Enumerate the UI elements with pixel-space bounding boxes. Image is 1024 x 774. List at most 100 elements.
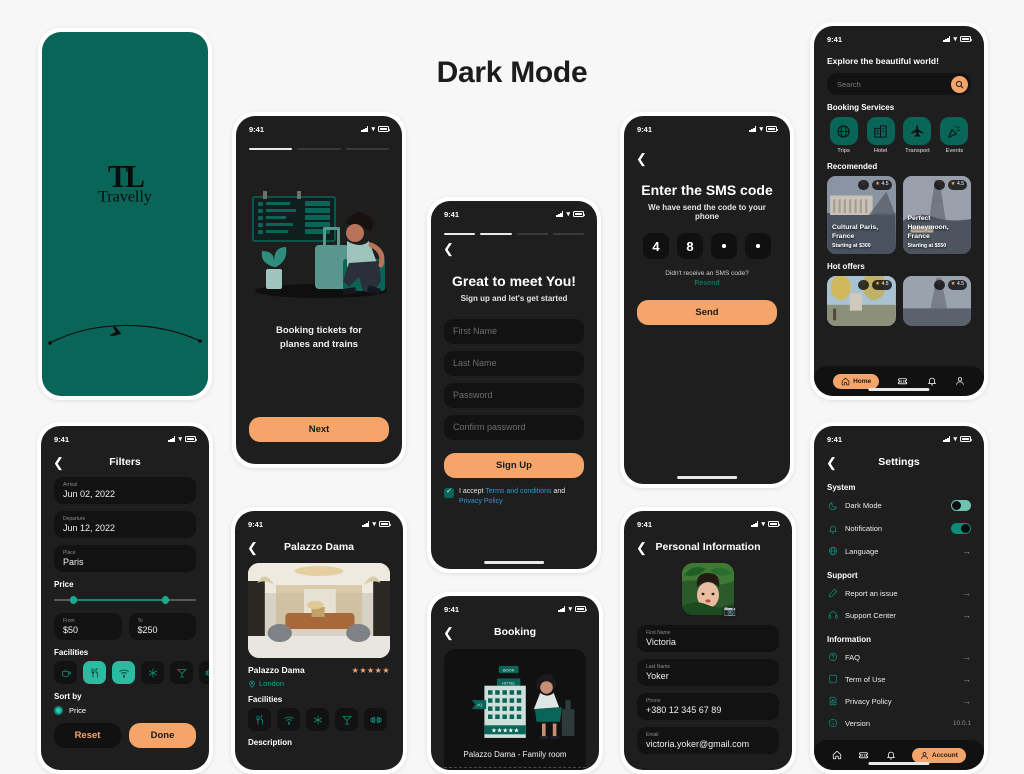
setting-term-of-use[interactable]: Term of Use →	[827, 668, 971, 690]
favorite-badge[interactable]: ♡	[858, 280, 870, 290]
departure-field[interactable]: Departure Jun 12, 2022	[54, 511, 196, 538]
setting-privacy-policy[interactable]: Privacy Policy →	[827, 690, 971, 712]
hot-offer-card-1[interactable]: ♡ ★ 4.5	[827, 276, 896, 326]
card-badges: ♡ ★ 4.5	[858, 280, 892, 290]
code-input-1[interactable]: 4	[643, 233, 669, 259]
facility-gym[interactable]	[199, 661, 209, 684]
tab-account[interactable]	[955, 376, 965, 386]
service-hotel[interactable]: Hotel	[864, 117, 897, 154]
tab-account[interactable]: Account	[911, 747, 966, 763]
done-button[interactable]: Done	[129, 723, 196, 748]
back-button[interactable]: ❮	[53, 456, 64, 469]
tab-home[interactable]: Home	[833, 373, 880, 389]
slider-knob-max[interactable]	[161, 596, 170, 604]
tab-notifications[interactable]	[927, 376, 937, 386]
slider-knob-min[interactable]	[69, 596, 78, 604]
code-input-3[interactable]	[711, 233, 737, 259]
recommended-card-2[interactable]: ♡ ★ 4.5 Perfect Honeymoon, France Startin…	[902, 176, 971, 254]
card-badges: ♡ ★ 4.5	[933, 180, 967, 190]
arrival-field[interactable]: Arrival Jun 02, 2022	[54, 477, 196, 504]
service-events[interactable]: Events	[938, 117, 971, 154]
search-icon[interactable]	[951, 75, 968, 93]
facility-ac[interactable]	[306, 708, 329, 731]
facility-coffee[interactable]	[54, 661, 77, 684]
facility-ac[interactable]	[141, 661, 164, 684]
privacy-link[interactable]: Privacy Policy	[459, 498, 503, 505]
last-name-field[interactable]: Last Name Yoker	[637, 659, 779, 686]
privacy-doc-icon	[827, 696, 838, 706]
back-button[interactable]: ❮	[247, 541, 258, 554]
facility-wifi[interactable]	[112, 661, 135, 684]
globe-icon	[827, 546, 838, 556]
search-bar[interactable]: Search	[827, 73, 971, 95]
tab-notifications[interactable]	[886, 750, 896, 760]
notification-toggle[interactable]	[951, 523, 971, 534]
setting-support-center[interactable]: Support Center →	[827, 604, 971, 626]
terms-link[interactable]: Terms and conditions	[485, 488, 551, 495]
code-input-4[interactable]	[745, 233, 771, 259]
back-button[interactable]: ❮	[443, 242, 454, 255]
sms-subtitle: We have send the code to your phone	[648, 203, 766, 221]
setting-language[interactable]: Language →	[827, 540, 971, 562]
tab-home[interactable]	[832, 750, 842, 760]
progress-dot	[345, 148, 389, 150]
first-name-field[interactable]: First Name	[444, 318, 584, 344]
favorite-badge[interactable]: ♡	[933, 180, 945, 190]
service-trips[interactable]: Trips	[827, 117, 860, 154]
place-field[interactable]: Place Paris	[54, 545, 196, 572]
dark-mode-toggle[interactable]	[951, 500, 971, 511]
service-label: Trips	[837, 148, 850, 154]
setting-label: Report an issue	[845, 588, 898, 598]
phone-field[interactable]: Phone +380 12 345 67 89	[637, 693, 779, 720]
setting-dark-mode[interactable]: Dark Mode	[827, 494, 971, 517]
battery-icon	[379, 521, 391, 527]
price-from-field[interactable]: From $50	[54, 613, 122, 640]
recommended-card-1[interactable]: ♡ ★ 4.5 Cultural Paris, France Starting a…	[827, 176, 896, 254]
price-slider[interactable]	[54, 595, 196, 605]
chevron-right-icon: →	[962, 546, 971, 556]
service-transport[interactable]: Transport	[901, 117, 934, 154]
next-button[interactable]: Next	[249, 417, 389, 442]
code-input-2[interactable]: 8	[677, 233, 703, 259]
password-placeholder: Password	[453, 390, 493, 401]
facility-cocktail[interactable]	[170, 661, 193, 684]
tab-tickets[interactable]	[897, 376, 908, 387]
wifi-icon: ▾	[759, 125, 763, 133]
back-button[interactable]: ❮	[636, 541, 647, 554]
terms-checkbox[interactable]: ✓	[444, 487, 454, 498]
facility-wifi[interactable]	[277, 708, 300, 731]
favorite-badge[interactable]: ♡	[858, 180, 870, 190]
resend-link[interactable]: Resend	[637, 280, 777, 287]
first-name-field[interactable]: First Name Victoria	[637, 625, 779, 652]
facility-restaurant[interactable]	[83, 661, 106, 684]
setting-notification[interactable]: Notification	[827, 517, 971, 540]
favorite-badge[interactable]: ♡	[933, 280, 945, 290]
home-greeting: Explore the beautiful world!	[827, 56, 939, 66]
confirm-password-field[interactable]: Confirm password	[444, 414, 584, 440]
back-button[interactable]: ❮	[443, 626, 454, 639]
facility-gym[interactable]	[364, 708, 387, 731]
hot-offer-card-2[interactable]: ♡ ★ 4.5	[902, 276, 971, 326]
back-button[interactable]: ❮	[826, 456, 837, 469]
setting-faq[interactable]: FAQ →	[827, 646, 971, 668]
home-indicator	[484, 561, 544, 564]
facility-cocktail[interactable]	[335, 708, 358, 731]
signup-button[interactable]: Sign Up	[444, 452, 584, 478]
chevron-right-icon: →	[962, 652, 971, 662]
price-to-field[interactable]: To $250	[128, 613, 196, 640]
setting-report-issue[interactable]: Report an issue →	[827, 582, 971, 604]
send-button[interactable]: Send	[637, 300, 777, 325]
sort-option-price[interactable]: Price	[54, 706, 196, 715]
back-button[interactable]: ❮	[636, 152, 647, 165]
facility-restaurant[interactable]	[248, 708, 271, 731]
avatar-wrapper[interactable]: 📷	[682, 563, 736, 617]
reset-button[interactable]: Reset	[54, 723, 121, 748]
last-name-label: Last Name	[646, 664, 671, 670]
camera-icon[interactable]: 📷	[724, 606, 736, 617]
profile-screen: 9:41 ▾ ❮ Personal Information 📷 First Na…	[624, 511, 792, 770]
last-name-field[interactable]: Last Name	[444, 350, 584, 376]
radio-icon[interactable]	[54, 706, 63, 715]
password-field[interactable]: Password	[444, 382, 584, 408]
email-field[interactable]: Email victoria.yoker@gmail.com	[637, 727, 779, 754]
tab-tickets[interactable]	[858, 750, 869, 761]
